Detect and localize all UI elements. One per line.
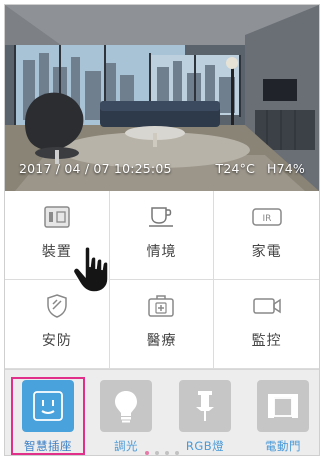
status-overlay: 2017 / 04 / 07 10:25:05 T24°C H74%: [5, 158, 319, 178]
socket-icon: [22, 380, 74, 432]
category-label: 情境: [146, 244, 177, 260]
category-device[interactable]: 裝置: [5, 191, 110, 280]
page-dot[interactable]: [155, 451, 159, 455]
page-dot[interactable]: [145, 451, 149, 455]
page-indicator[interactable]: [5, 451, 319, 455]
pin-lamp-icon: [179, 380, 231, 432]
category-label: 家電: [251, 244, 282, 260]
motor-door-icon: [257, 380, 309, 432]
category-label: 監控: [251, 333, 282, 349]
page-dot[interactable]: [165, 451, 169, 455]
category-label: 醫療: [146, 333, 177, 349]
scene-dimmer[interactable]: 調光: [92, 380, 160, 454]
page-dot[interactable]: [175, 451, 179, 455]
ir-remote-icon: IR: [247, 201, 287, 233]
category-appliance[interactable]: IR 家電: [214, 191, 319, 280]
room-photo: 2017 / 04 / 07 10:25:05 T24°C H74%: [5, 5, 319, 191]
medical-kit-icon: [141, 290, 181, 322]
humidity-label: H74%: [267, 160, 305, 176]
scene-motor-door[interactable]: 電動門: [249, 380, 317, 454]
scene-rgb-light[interactable]: RGB燈: [171, 380, 239, 454]
coffee-cup-icon: [141, 201, 181, 233]
camera-icon: [247, 290, 287, 322]
category-scenario[interactable]: 情境: [109, 191, 215, 280]
category-medical[interactable]: 醫療: [109, 280, 215, 369]
category-grid: 裝置 情境 IR 家電 安防 醫療 監控: [5, 191, 319, 369]
scene-smart-socket[interactable]: 智慧插座: [14, 380, 82, 454]
app-frame: 2017 / 04 / 07 10:25:05 T24°C H74% 裝置 情境…: [4, 4, 320, 456]
device-icon: [37, 201, 77, 233]
svg-text:IR: IR: [262, 214, 271, 224]
bulb-icon: [100, 380, 152, 432]
shield-icon: [37, 290, 77, 322]
datetime-label: 2017 / 04 / 07 10:25:05: [19, 160, 172, 176]
category-monitor[interactable]: 監控: [214, 280, 319, 369]
category-label: 安防: [41, 333, 72, 349]
temperature-label: T24°C: [215, 160, 256, 176]
category-security[interactable]: 安防: [5, 280, 110, 369]
category-label: 裝置: [41, 244, 72, 260]
device-type-bar: 智慧插座 調光 RGB燈 電動門: [5, 369, 319, 455]
